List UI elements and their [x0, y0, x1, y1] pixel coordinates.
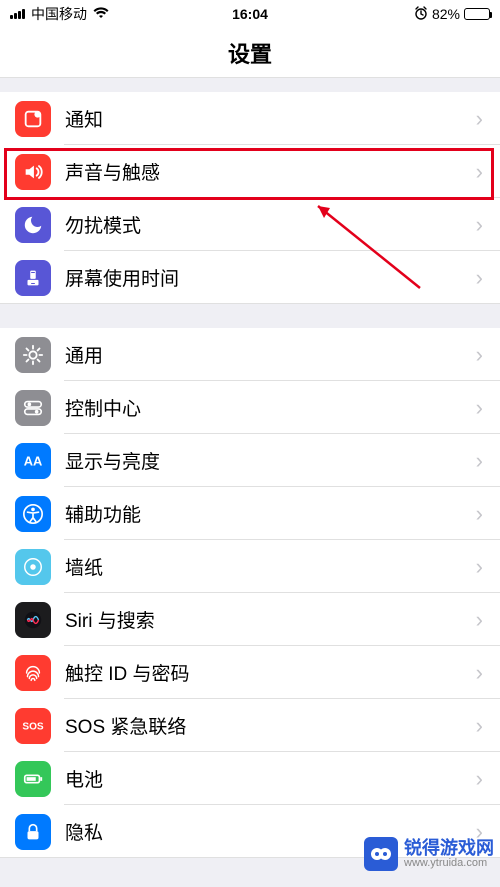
settings-row[interactable]: 通用 ›: [0, 328, 500, 381]
settings-group-2: 通用 › 控制中心 › AA 显示与亮度 › 辅助功能 › 墙纸 › Siri …: [0, 328, 500, 858]
chevron-right-icon: ›: [476, 766, 485, 792]
settings-row-label: Siri 与搜索: [65, 606, 476, 633]
settings-row-label: SOS 紧急联络: [65, 712, 476, 739]
dnd-icon: [15, 207, 51, 243]
chevron-right-icon: ›: [476, 554, 485, 580]
settings-row-label: 触控 ID 与密码: [65, 659, 476, 686]
settings-row-label: 屏幕使用时间: [65, 264, 476, 291]
settings-row[interactable]: SOS SOS 紧急联络 ›: [0, 699, 500, 752]
settings-row[interactable]: 勿扰模式 ›: [0, 198, 500, 251]
settings-row-label: 控制中心: [65, 394, 476, 421]
wallpaper-icon: [15, 549, 51, 585]
carrier-label: 中国移动: [31, 4, 87, 24]
settings-row[interactable]: 通知 ›: [0, 92, 500, 145]
battery-icon: [464, 8, 490, 20]
clock: 16:04: [232, 6, 268, 22]
battery-icon: [15, 761, 51, 797]
chevron-right-icon: ›: [476, 159, 485, 185]
settings-row-label: 墙纸: [65, 553, 476, 580]
chevron-right-icon: ›: [476, 660, 485, 686]
settings-row-label: 通用: [65, 341, 476, 368]
sound-icon: [15, 154, 51, 190]
watermark: 锐得游戏网 www.ytruida.com: [358, 833, 500, 875]
settings-row[interactable]: 电池 ›: [0, 752, 500, 805]
chevron-right-icon: ›: [476, 501, 485, 527]
chevron-right-icon: ›: [476, 713, 485, 739]
settings-row-label: 通知: [65, 105, 476, 132]
watermark-url: www.ytruida.com: [404, 858, 494, 870]
nav-bar: 设置: [0, 28, 500, 78]
chevron-right-icon: ›: [476, 448, 485, 474]
siri-icon: [15, 602, 51, 638]
settings-row[interactable]: 墙纸 ›: [0, 540, 500, 593]
settings-row[interactable]: 控制中心 ›: [0, 381, 500, 434]
wifi-icon: [93, 6, 109, 22]
settings-row-label: 电池: [65, 765, 476, 792]
watermark-title: 锐得游戏网: [404, 839, 494, 858]
accessibility-icon: [15, 496, 51, 532]
settings-row[interactable]: 辅助功能 ›: [0, 487, 500, 540]
alarm-icon: [414, 6, 428, 23]
chevron-right-icon: ›: [476, 395, 485, 421]
touchid-icon: [15, 655, 51, 691]
watermark-logo-icon: [364, 837, 398, 871]
chevron-right-icon: ›: [476, 265, 485, 291]
privacy-icon: [15, 814, 51, 850]
settings-row-label: 辅助功能: [65, 500, 476, 527]
general-icon: [15, 337, 51, 373]
battery-pct: 82%: [432, 6, 460, 22]
page-title: 设置: [228, 37, 272, 69]
settings-row[interactable]: 屏幕使用时间 ›: [0, 251, 500, 304]
notifications-icon: [15, 101, 51, 137]
display-icon: AA: [15, 443, 51, 479]
svg-text:AA: AA: [24, 453, 43, 468]
svg-text:SOS: SOS: [22, 721, 44, 732]
settings-row[interactable]: Siri 与搜索 ›: [0, 593, 500, 646]
settings-row[interactable]: AA 显示与亮度 ›: [0, 434, 500, 487]
settings-row-label: 显示与亮度: [65, 447, 476, 474]
settings-row-label: 勿扰模式: [65, 211, 476, 238]
chevron-right-icon: ›: [476, 607, 485, 633]
screentime-icon: [15, 260, 51, 296]
settings-group-1: 通知 › 声音与触感 › 勿扰模式 › 屏幕使用时间 ›: [0, 92, 500, 304]
signal-icon: [10, 9, 25, 19]
chevron-right-icon: ›: [476, 212, 485, 238]
settings-row-label: 声音与触感: [65, 158, 476, 185]
settings-row[interactable]: 声音与触感 ›: [0, 145, 500, 198]
settings-row[interactable]: 触控 ID 与密码 ›: [0, 646, 500, 699]
chevron-right-icon: ›: [476, 106, 485, 132]
chevron-right-icon: ›: [476, 342, 485, 368]
sos-icon: SOS: [15, 708, 51, 744]
status-bar: 中国移动 16:04 82%: [0, 0, 500, 28]
controlcenter-icon: [15, 390, 51, 426]
